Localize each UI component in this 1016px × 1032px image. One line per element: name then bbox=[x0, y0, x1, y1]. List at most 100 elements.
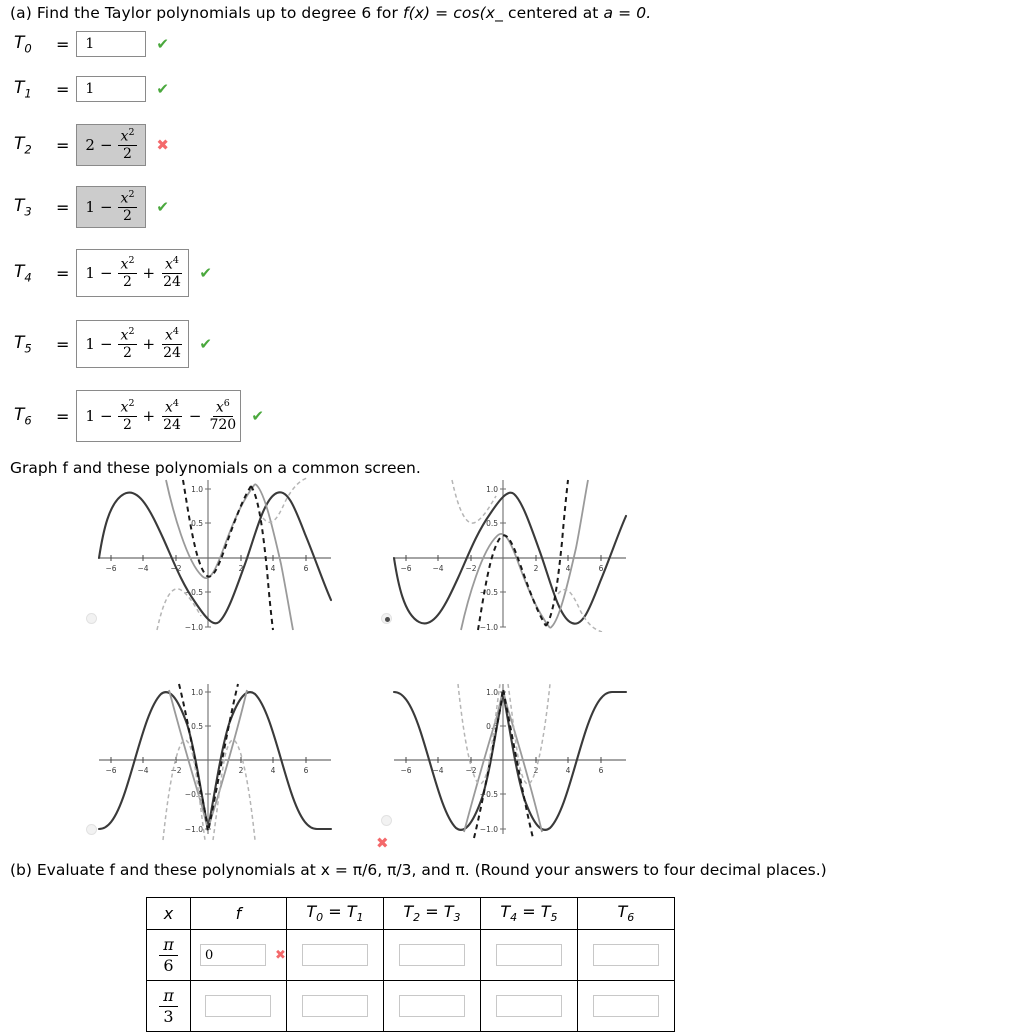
input-T0T1-pi3[interactable] bbox=[301, 995, 368, 1017]
graph-option-1[interactable]: −6 −4 −2 246 1.0 0.5 −0.5 −1.0 bbox=[86, 472, 335, 632]
svg-text:−6: −6 bbox=[400, 766, 411, 775]
status-icon-correct: ✔ bbox=[156, 80, 169, 98]
table-header-row: x f T0 = T1 T2 = T3 T4 = T5 T6 bbox=[146, 897, 675, 930]
taylor-T5-const: 1 bbox=[85, 334, 95, 353]
svg-text:1.0: 1.0 bbox=[191, 485, 203, 494]
equals-sign: = bbox=[56, 79, 70, 99]
svg-text:4: 4 bbox=[271, 564, 276, 573]
taylor-input-T5[interactable]: 1 − x2 2 + x4 24 bbox=[76, 320, 190, 368]
svg-text:−4: −4 bbox=[137, 564, 148, 573]
graph-radio-3[interactable] bbox=[86, 824, 97, 835]
x-value-pi-over-6: π 6 bbox=[146, 929, 191, 981]
svg-text:2: 2 bbox=[239, 766, 244, 775]
input-T4T5-pi6[interactable] bbox=[495, 944, 562, 966]
taylor-input-T3[interactable]: 1 − x2 2 bbox=[76, 186, 147, 228]
part-b-prompt: (b) Evaluate f and these polynomials at … bbox=[10, 861, 827, 879]
graph-radio-2[interactable] bbox=[381, 613, 392, 624]
equals-sign: = bbox=[56, 34, 70, 54]
equals-sign: = bbox=[56, 406, 70, 426]
svg-text:−1.0: −1.0 bbox=[185, 623, 203, 632]
table-row: π 6 ✖ bbox=[146, 929, 675, 981]
minus-sign: − bbox=[99, 334, 113, 353]
taylor-input-T0[interactable]: 1 bbox=[76, 31, 147, 57]
taylor-input-T1[interactable]: 1 bbox=[76, 76, 147, 102]
input-T6-pi6[interactable] bbox=[592, 944, 659, 966]
svg-text:2: 2 bbox=[534, 564, 539, 573]
input-T0T1-pi6[interactable] bbox=[301, 944, 368, 966]
equals-sign: = bbox=[56, 135, 70, 155]
taylor-row-T4: T4 = 1 − x2 2 + x4 24 ✔ bbox=[14, 249, 212, 297]
input-f-pi3[interactable] bbox=[205, 995, 272, 1017]
column-header-T0-T1: T0 = T1 bbox=[285, 897, 384, 930]
fraction-x4-over-24: x4 24 bbox=[162, 397, 182, 434]
svg-text:−1.0: −1.0 bbox=[480, 825, 498, 834]
graph-radio-4[interactable] bbox=[381, 815, 392, 826]
svg-text:−1.0: −1.0 bbox=[480, 623, 498, 632]
svg-text:−6: −6 bbox=[105, 564, 116, 573]
taylor-row-T0: T0 = 1 ✔ bbox=[14, 31, 169, 57]
column-header-T6: T6 bbox=[576, 897, 675, 930]
svg-text:−4: −4 bbox=[432, 564, 443, 573]
plus-sign: + bbox=[142, 406, 156, 425]
taylor-row-T3: T3 = 1 − x2 2 ✔ bbox=[14, 186, 169, 228]
svg-text:1.0: 1.0 bbox=[486, 688, 498, 697]
status-icon-correct: ✔ bbox=[199, 335, 212, 353]
input-T2T3-pi6[interactable] bbox=[398, 944, 465, 966]
svg-text:4: 4 bbox=[566, 766, 571, 775]
fraction-x2-over-2: x2 2 bbox=[117, 255, 138, 290]
taylor-label-T3: T3 bbox=[14, 195, 32, 219]
minus-sign: − bbox=[99, 263, 113, 282]
minus-sign: − bbox=[99, 406, 113, 425]
svg-text:−6: −6 bbox=[105, 766, 116, 775]
fraction-x2-over-2: x2 2 bbox=[117, 398, 138, 433]
graph-radio-1[interactable] bbox=[86, 613, 97, 624]
input-T2T3-pi3[interactable] bbox=[398, 995, 465, 1017]
svg-text:0.5: 0.5 bbox=[191, 722, 203, 731]
cell-T0T1-pi6 bbox=[285, 929, 384, 981]
svg-text:6: 6 bbox=[599, 766, 604, 775]
svg-text:0.5: 0.5 bbox=[191, 519, 203, 528]
plus-sign: + bbox=[142, 263, 156, 282]
taylor-T4-const: 1 bbox=[85, 263, 95, 282]
status-icon-correct: ✔ bbox=[251, 407, 264, 425]
taylor-label-T4: T4 bbox=[14, 261, 32, 285]
part-a-center-value: a = 0. bbox=[603, 4, 652, 22]
status-icon-incorrect: ✖ bbox=[156, 136, 169, 154]
svg-text:6: 6 bbox=[304, 766, 309, 775]
input-f-pi6[interactable] bbox=[200, 944, 266, 966]
fraction-x4-over-24: x4 24 bbox=[162, 325, 182, 362]
taylor-T3-const: 1 bbox=[85, 197, 95, 216]
fraction-x2-over-2: x2 2 bbox=[117, 189, 138, 224]
input-T4T5-pi3[interactable] bbox=[495, 995, 562, 1017]
part-a-function: f(x) = cos(x_ bbox=[403, 4, 503, 22]
taylor-input-T6[interactable]: 1 − x2 2 + x4 24 − x6 720 bbox=[76, 390, 242, 442]
status-icon-correct: ✔ bbox=[156, 198, 169, 216]
minus-sign: − bbox=[188, 406, 202, 425]
input-T6-pi3[interactable] bbox=[592, 995, 659, 1017]
svg-text:1.0: 1.0 bbox=[486, 485, 498, 494]
taylor-value-T0: 1 bbox=[85, 36, 95, 52]
graph-plot-3: −6 −4 −2 246 1.00.5 −0.5−1.0 bbox=[97, 683, 333, 841]
cell-T2T3-pi6 bbox=[382, 929, 481, 981]
graph-option-2[interactable]: −6 −4 −2 246 1.0 0.5 −0.5 −1.0 bbox=[381, 472, 630, 633]
taylor-row-T5: T5 = 1 − x2 2 + x4 24 ✔ bbox=[14, 320, 212, 368]
column-header-x: x bbox=[146, 897, 191, 930]
graph-option-4[interactable]: −6 −4 −2 246 1.0 0.5 −0.5 −1.0 ✖ bbox=[376, 672, 630, 852]
evaluation-table: x f T0 = T1 T2 = T3 T4 = T5 T6 π 6 0 ✖ π… bbox=[146, 897, 675, 1032]
taylor-input-T4[interactable]: 1 − x2 2 + x4 24 bbox=[76, 249, 190, 297]
fraction-pi-over-6: π 6 bbox=[159, 936, 178, 974]
equals-sign: = bbox=[56, 334, 70, 354]
status-icon-correct: ✔ bbox=[156, 35, 169, 53]
svg-text:6: 6 bbox=[304, 564, 309, 573]
status-icon-incorrect: ✖ bbox=[275, 947, 286, 963]
fraction-x2-over-2: x2 2 bbox=[117, 127, 138, 162]
fraction-x4-over-24: x4 24 bbox=[162, 254, 182, 291]
svg-text:6: 6 bbox=[599, 564, 604, 573]
taylor-label-T1: T1 bbox=[14, 77, 32, 101]
svg-text:0.5: 0.5 bbox=[486, 519, 498, 528]
graph-option-3[interactable]: −6 −4 −2 246 1.0 0.5 −0.5 −1.0 bbox=[86, 672, 335, 842]
taylor-input-T2[interactable]: 2 − x2 2 bbox=[76, 124, 147, 166]
fraction-x6-over-720: x6 720 bbox=[209, 397, 237, 434]
graph-plot-2: −6 −4 −2 246 1.00.5 −0.5−1.0 bbox=[392, 479, 628, 633]
svg-text:−0.5: −0.5 bbox=[480, 588, 498, 597]
